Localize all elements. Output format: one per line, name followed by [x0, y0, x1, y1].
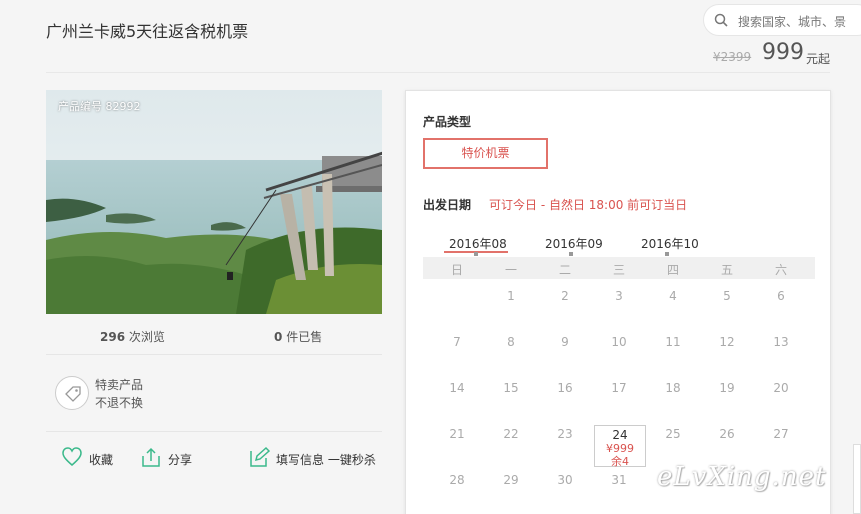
no-refund-label: 不退不换 [95, 396, 144, 410]
month-marker [665, 252, 669, 256]
weekday-header: 日 一 二 三 四 五 六 [423, 257, 815, 279]
calendar-day: 28 [449, 473, 465, 487]
calendar-day: 7 [453, 335, 461, 349]
calendar-day: 13 [773, 335, 789, 349]
favorite-label[interactable]: 收藏 [89, 451, 113, 468]
sold-stat: 0 件已售 [274, 330, 323, 344]
calendar-day: 1 [507, 289, 515, 303]
selected-day-cell[interactable]: 24 ¥999 余4 [594, 425, 646, 468]
product-code: 产品编号 82992 [58, 100, 141, 113]
calendar-day: 22 [503, 427, 519, 441]
date-notice: 可订今日 - 自然日 18:00 前可订当日 [489, 198, 688, 212]
month-tab-aug[interactable]: 2016年08 [449, 235, 507, 252]
month-tab-oct[interactable]: 2016年10 [641, 235, 699, 252]
product-photo: 产品编号 82992 [46, 90, 382, 314]
calendar-day: 8 [507, 335, 515, 349]
search-box[interactable]: 搜索国家、城市、景 [703, 4, 861, 36]
calendar-day: 4 [669, 289, 677, 303]
tag-icon [65, 386, 81, 402]
calendar-day: 12 [719, 335, 735, 349]
calendar-day: 19 [719, 381, 735, 395]
price-unit: 元起 [806, 52, 831, 66]
calendar-day: 30 [557, 473, 573, 487]
weekday-fri: 五 [720, 263, 733, 277]
weekday-wed: 三 [612, 263, 625, 277]
calendar-day: 2 [561, 289, 569, 303]
type-option-button[interactable]: 特价机票 [423, 138, 548, 169]
calendar-day: 16 [557, 381, 573, 395]
views-stat: 296 次浏览 [100, 330, 165, 344]
edit-icon [250, 446, 270, 467]
calendar-day: 21 [449, 427, 465, 441]
booking-panel: 产品类型 特价机票 出发日期 可订今日 - 自然日 18:00 前可订当日 20… [405, 90, 831, 514]
divider [46, 354, 382, 355]
scrollbar[interactable] [853, 444, 861, 514]
weekday-sun: 日 [450, 263, 463, 277]
weekday-sat: 六 [774, 263, 787, 277]
calendar-day: 10 [611, 335, 627, 349]
calendar-day: 17 [611, 381, 627, 395]
search-icon [714, 13, 728, 27]
calendar-day: 15 [503, 381, 519, 395]
selected-day-remaining: 余4 [611, 455, 629, 468]
month-marker [569, 252, 573, 256]
divider [46, 431, 382, 432]
fill-buy-label[interactable]: 填写信息 一键秒杀 [276, 451, 376, 468]
special-label: 特卖产品 [95, 378, 144, 392]
month-tab-sep[interactable]: 2016年09 [545, 235, 603, 252]
current-price: 999 [762, 40, 804, 65]
calendar-day: 6 [777, 289, 785, 303]
search-placeholder[interactable]: 搜索国家、城市、景 [738, 13, 846, 30]
weekday-thu: 四 [666, 263, 679, 277]
calendar-day: 18 [665, 381, 681, 395]
product-stats: 296 次浏览 0 件已售 [46, 328, 382, 344]
calendar-day: 14 [449, 381, 465, 395]
calendar-day: 26 [719, 427, 735, 441]
calendar-day: 9 [561, 335, 569, 349]
share-icon [142, 447, 160, 467]
watermark-logo: eLvXing.net [657, 462, 827, 492]
divider [46, 72, 830, 73]
calendar-day: 11 [665, 335, 681, 349]
calendar-day: 20 [773, 381, 789, 395]
calendar-day: 3 [615, 289, 623, 303]
heart-icon [62, 447, 82, 466]
calendar-day: 29 [503, 473, 519, 487]
date-label: 出发日期 [423, 198, 472, 212]
page-title: 广州兰卡威5天往返含税机票 [46, 22, 249, 41]
weekday-mon: 一 [504, 263, 517, 277]
selected-day-number: 24 [612, 428, 628, 442]
weekday-tue: 二 [558, 263, 571, 277]
calendar-day: 27 [773, 427, 789, 441]
calendar-day: 31 [611, 473, 627, 487]
calendar-day: 5 [723, 289, 731, 303]
original-price: ¥2399 [713, 50, 752, 64]
tag-badge [55, 376, 89, 410]
calendar-day: 25 [665, 427, 681, 441]
share-label[interactable]: 分享 [168, 451, 192, 468]
type-label: 产品类型 [423, 115, 472, 129]
month-marker [474, 252, 478, 256]
calendar-day: 23 [557, 427, 573, 441]
